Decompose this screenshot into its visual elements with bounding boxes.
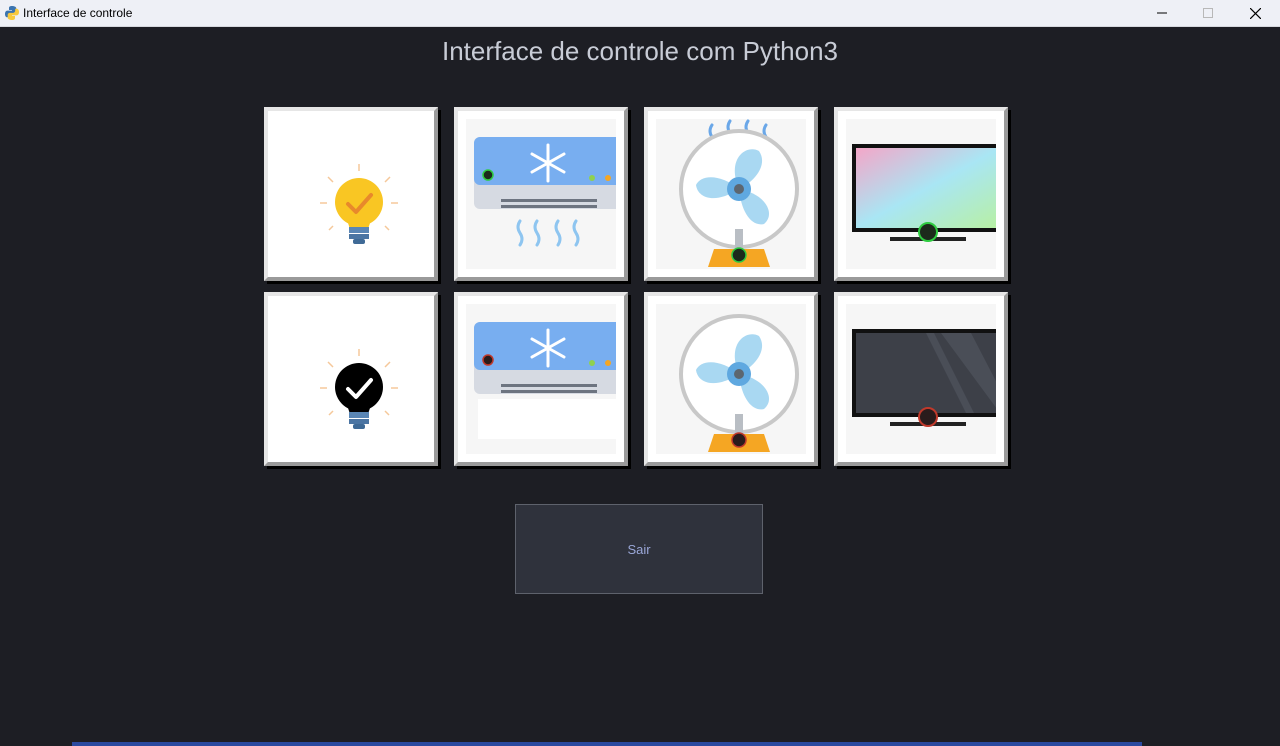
lightbulb-off-icon <box>320 349 398 429</box>
tv-on-icon <box>852 144 996 242</box>
minimize-icon <box>1157 12 1167 14</box>
air-conditioner-off-icon <box>474 322 616 439</box>
fan-off-button[interactable] <box>644 292 818 466</box>
fan-off-icon <box>679 314 799 452</box>
tile-face <box>656 119 806 269</box>
minimize-button[interactable] <box>1139 0 1185 26</box>
air-conditioner-on-icon <box>474 137 616 247</box>
air-conditioner-off-button[interactable] <box>454 292 628 466</box>
tile-face <box>276 119 426 269</box>
page-title: Interface de controle com Python3 <box>441 36 838 66</box>
close-button[interactable] <box>1232 0 1278 26</box>
tv-off-button[interactable] <box>834 292 1008 466</box>
tile-face <box>466 304 616 454</box>
exit-button[interactable]: Sair <box>515 504 763 594</box>
lightbulb-on-icon <box>320 164 398 244</box>
fan-on-icon <box>679 119 799 267</box>
tv-off-icon <box>852 329 996 427</box>
window-title: Interface de controle <box>23 6 133 20</box>
taskbar-edge <box>72 742 1142 746</box>
tile-face <box>846 304 996 454</box>
fan-on-button[interactable] <box>644 107 818 281</box>
window-titlebar: Interface de controle <box>0 0 1280 27</box>
exit-button-label: Sair <box>627 541 651 557</box>
tile-face <box>466 119 616 269</box>
tile-face <box>656 304 806 454</box>
tile-face <box>846 119 996 269</box>
air-conditioner-on-button[interactable] <box>454 107 628 281</box>
lamp-off-button[interactable] <box>264 292 438 466</box>
python-icon <box>5 6 19 20</box>
maximize-button[interactable] <box>1185 0 1231 26</box>
close-icon <box>1249 7 1261 19</box>
tv-on-button[interactable] <box>834 107 1008 281</box>
tile-face <box>276 304 426 454</box>
maximize-icon <box>1203 8 1213 18</box>
lamp-on-button[interactable] <box>264 107 438 281</box>
